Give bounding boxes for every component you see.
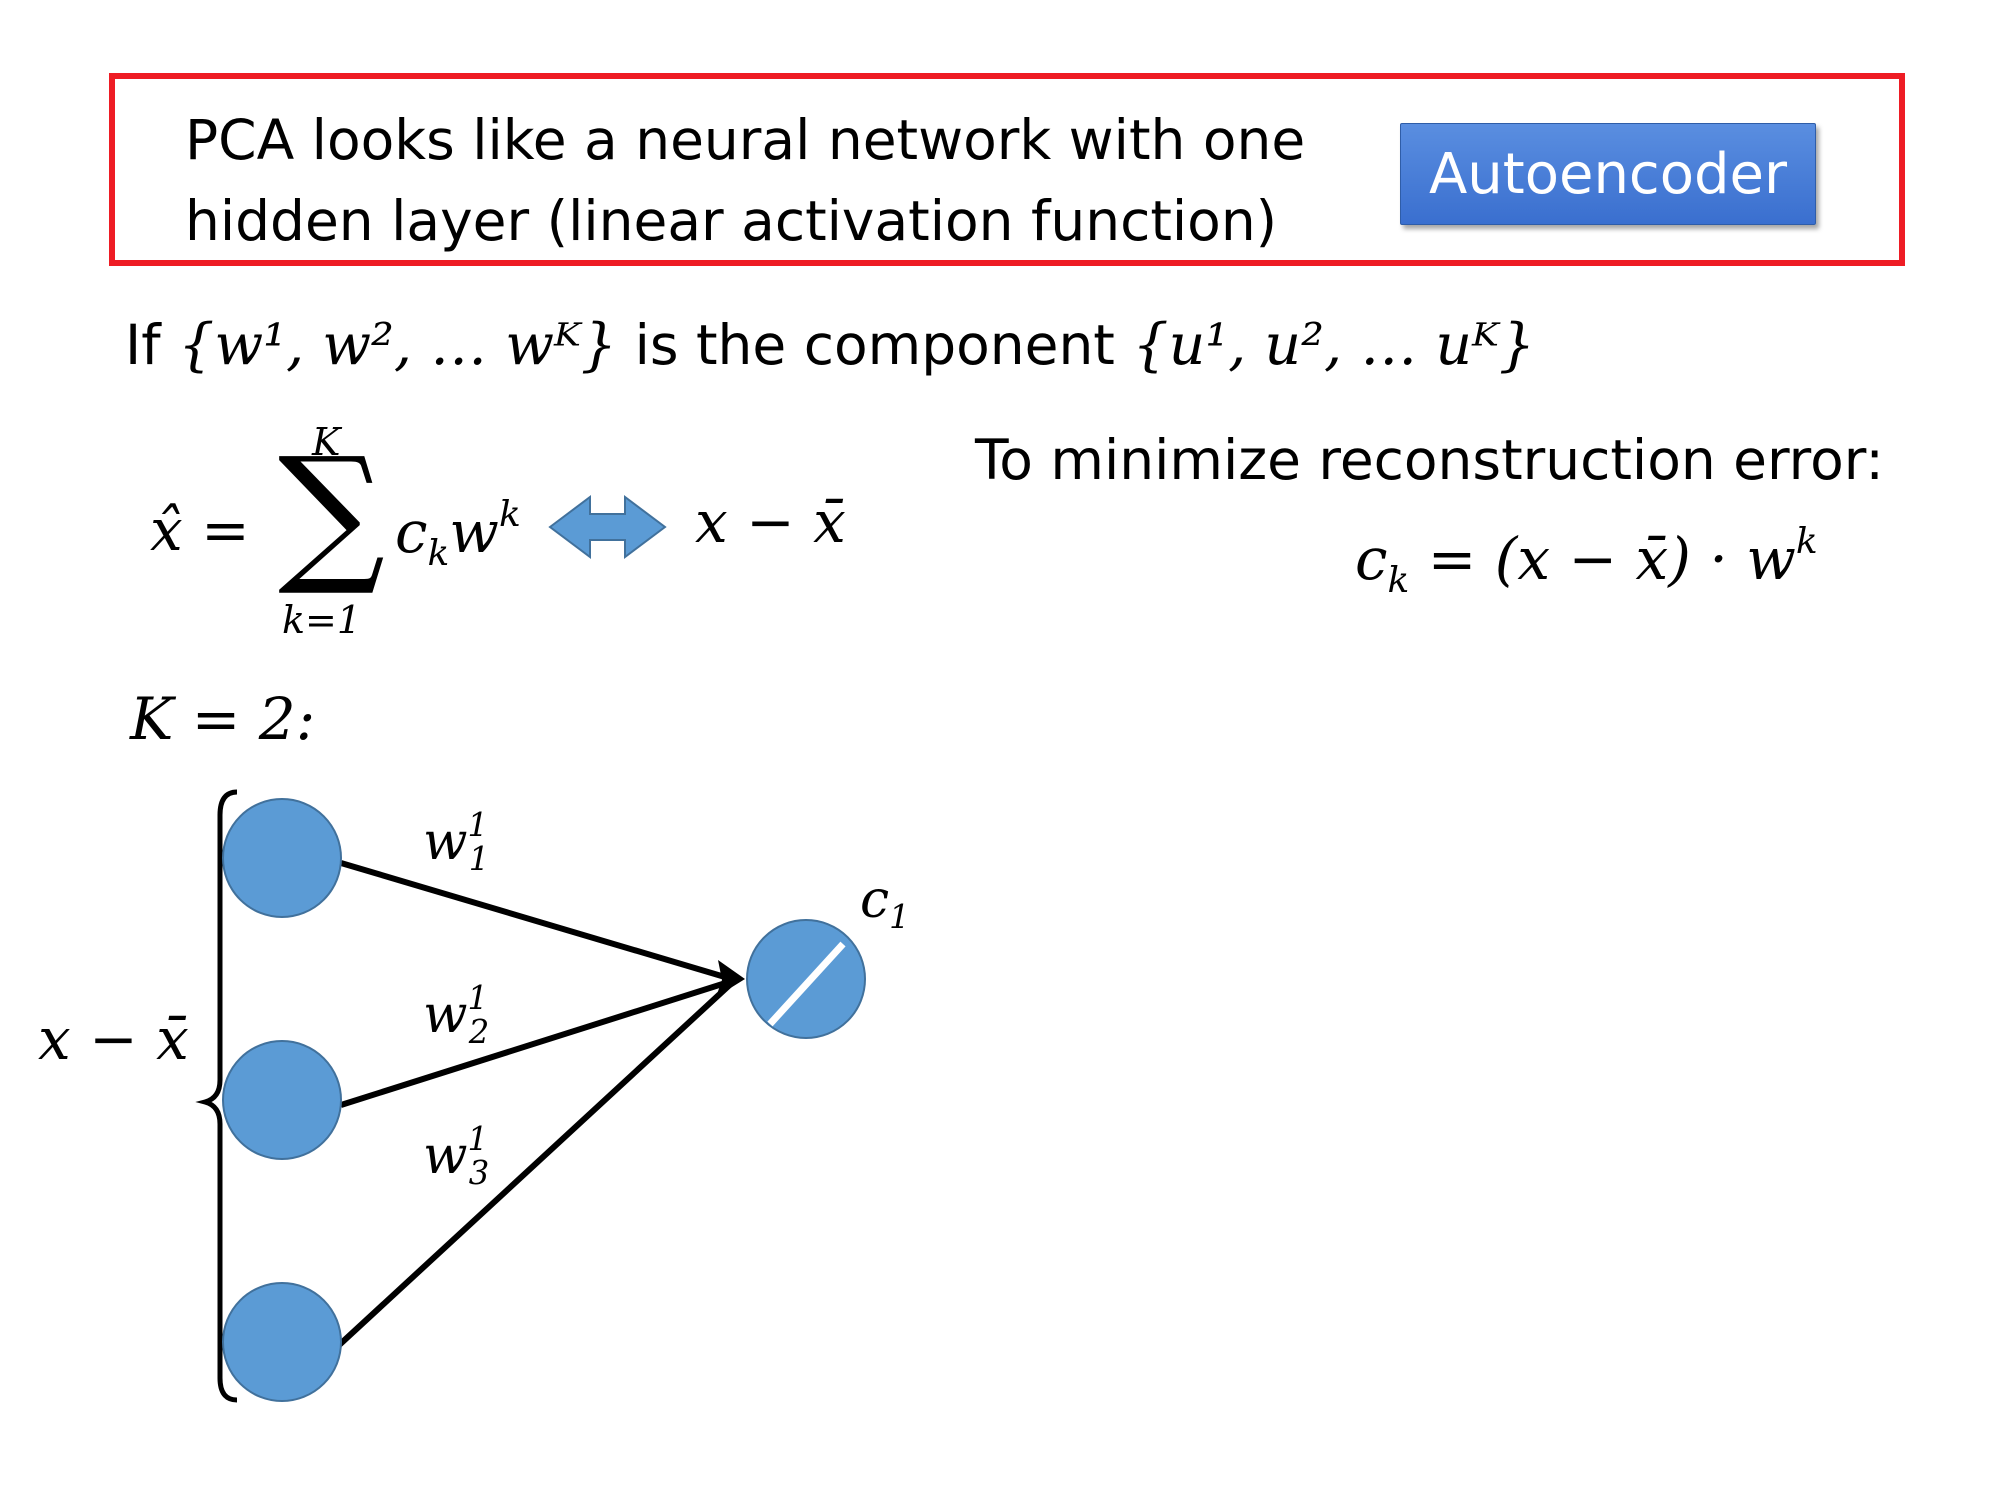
callout-line-2: hidden layer (linear activation function… <box>185 189 1278 253</box>
sum-symbol: ∑ <box>278 426 386 600</box>
u-set: {u¹, u², … uᴷ} <box>1132 312 1536 378</box>
autoencoder-button[interactable]: Autoencoder <box>1400 123 1816 225</box>
w-set: {w¹, w², … wᴷ} <box>178 312 618 378</box>
input-node-2 <box>222 1040 342 1160</box>
output-node <box>746 919 866 1039</box>
edge-w3 <box>334 977 738 1350</box>
sum-lower-limit: k=1 <box>282 598 362 642</box>
if-word: If <box>125 313 161 377</box>
ck-formula: ck = (x − x̄) · wk <box>1355 521 1818 601</box>
edge-w1 <box>340 860 736 983</box>
reconstruction-formula: x̂ = K ∑ k=1 ckwk <box>150 420 710 650</box>
minimize-label: To minimize reconstruction error: <box>975 428 1884 492</box>
component-statement: If {w¹, w², … wᴷ} is the component {u¹, … <box>125 312 1535 378</box>
callout-text: PCA looks like a neural network with one… <box>185 100 1335 262</box>
k-equals-label: K = 2: <box>130 685 316 753</box>
xhat-equals: x̂ = <box>150 496 250 564</box>
slide: PCA looks like a neural network with one… <box>0 0 2000 1500</box>
edge-w2 <box>340 977 736 1108</box>
input-vector-label: x − x̄ <box>38 1005 189 1073</box>
input-node-3 <box>222 1282 342 1402</box>
arrowhead-icon <box>716 960 745 997</box>
weight-label-w21: w12 <box>423 978 490 1052</box>
input-node-1 <box>222 798 342 918</box>
weight-label-w11: w11 <box>423 805 490 879</box>
callout-line-1: PCA looks like a neural network with one <box>185 108 1306 172</box>
linear-activation-icon <box>767 941 846 1027</box>
sum-term: ckwk <box>395 494 521 574</box>
output-label: c1 <box>860 870 910 937</box>
input-brace <box>195 789 238 1403</box>
equivalent-rhs: x − x̄ <box>695 488 846 556</box>
component-text: is the component <box>634 313 1115 377</box>
weight-label-w31: w13 <box>423 1119 490 1193</box>
